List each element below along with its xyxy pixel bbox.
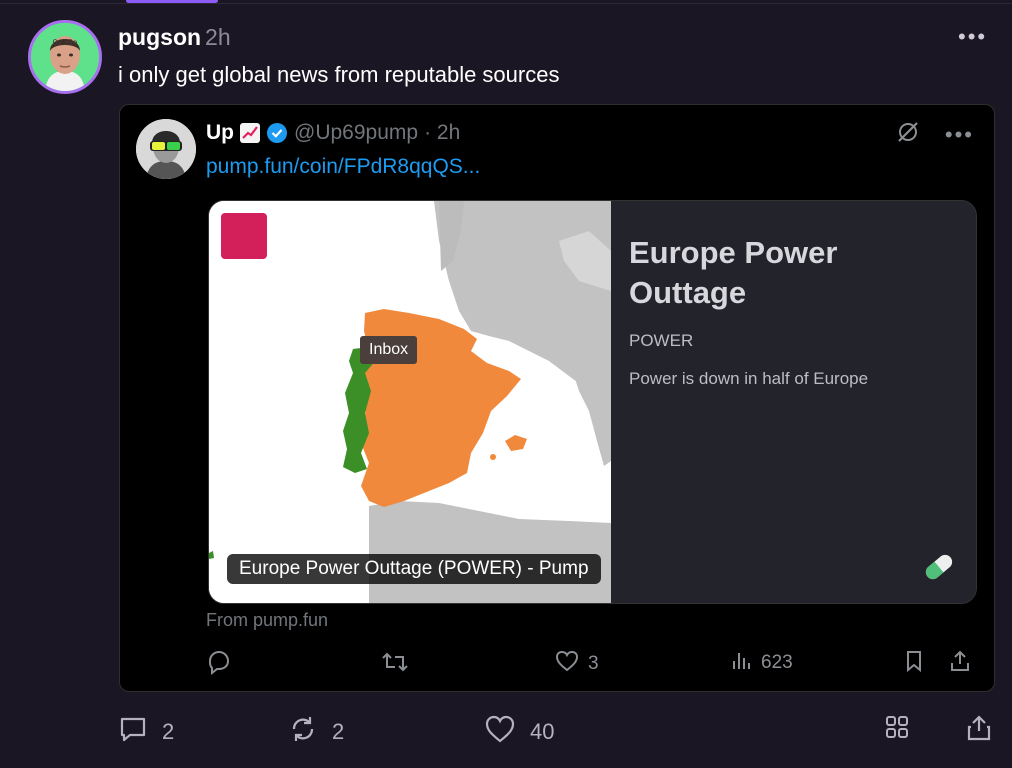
quoted-like-button[interactable]: 3 [554, 649, 599, 679]
map-image: Inbox Europe Power Outtage (POWER) - Pum… [209, 201, 611, 603]
card-source[interactable]: From pump.fun [206, 610, 328, 631]
share-icon [948, 649, 972, 679]
quoted-header: Up @Up69pump · 2h [206, 121, 460, 145]
post-header: pugson 2h [118, 24, 231, 51]
quoted-like-count: 3 [588, 653, 599, 674]
grid-icon [884, 714, 910, 746]
inbox-tooltip: Inbox [360, 336, 418, 364]
bookmark-icon [903, 649, 925, 679]
coin-link[interactable]: pump.fun/coin/FPdR8qqQS... [206, 155, 480, 179]
share-icon [966, 714, 992, 748]
repost-icon [381, 649, 409, 681]
quoted-author-name[interactable]: Up [206, 121, 234, 145]
quoted-time: · 2h [424, 121, 461, 144]
author-name[interactable]: pugson [118, 24, 201, 50]
verified-badge-icon [266, 122, 288, 144]
card-details: Europe Power Outtage POWER Power is down… [611, 201, 976, 603]
post-actions: 2 2 40 [118, 714, 998, 754]
divider [0, 3, 1012, 4]
avatar-text: 0x36e [53, 38, 78, 47]
share-button[interactable] [966, 714, 992, 748]
quoted-repost-button[interactable] [381, 649, 409, 681]
like-count: 40 [530, 719, 555, 744]
pill-icon [921, 549, 957, 590]
quoted-reply-button[interactable] [206, 649, 232, 681]
grid-view-button[interactable] [884, 714, 910, 746]
quoted-views-button[interactable]: 623 [731, 649, 793, 677]
quoted-more-button[interactable]: ••• [945, 122, 974, 148]
card-description: Power is down in half of Europe [629, 369, 869, 388]
reply-button[interactable]: 2 [118, 714, 174, 750]
card-caption: Europe Power Outtage (POWER) - Pump [227, 554, 601, 584]
post-text: i only get global news from reputable so… [118, 62, 560, 87]
quoted-avatar[interactable] [136, 119, 196, 179]
bar-chart-icon [731, 649, 753, 677]
quoted-view-count: 623 [761, 652, 793, 673]
avatar[interactable]: 0x36e [28, 20, 102, 94]
reply-count: 2 [162, 719, 175, 744]
quoted-post[interactable]: Up @Up69pump · 2h pump.fun/coin/FPdR8qqQ… [119, 104, 995, 692]
quoted-share-button[interactable] [948, 649, 972, 679]
heart-icon [554, 649, 580, 679]
quoted-handle[interactable]: @Up69pump [294, 121, 418, 145]
repost-icon [288, 714, 318, 750]
card-ticker: POWER [629, 331, 694, 350]
chart-up-emoji-icon [239, 122, 261, 144]
more-options-button[interactable]: ••• [958, 24, 987, 50]
quoted-top-actions: ••• [895, 119, 974, 151]
card-title: Europe Power Outtage [629, 235, 838, 311]
link-card[interactable]: Inbox Europe Power Outtage (POWER) - Pum… [208, 200, 977, 604]
repost-button[interactable]: 2 [288, 714, 344, 750]
reply-icon [206, 649, 232, 681]
like-button[interactable]: 40 [484, 714, 554, 750]
reply-icon [118, 714, 148, 750]
quoted-actions: 3 623 [206, 649, 976, 679]
post-time: 2h [205, 24, 231, 50]
bookmark-button[interactable] [903, 649, 925, 679]
grok-icon[interactable] [895, 119, 921, 151]
heart-icon [484, 714, 516, 750]
repost-count: 2 [332, 719, 345, 744]
